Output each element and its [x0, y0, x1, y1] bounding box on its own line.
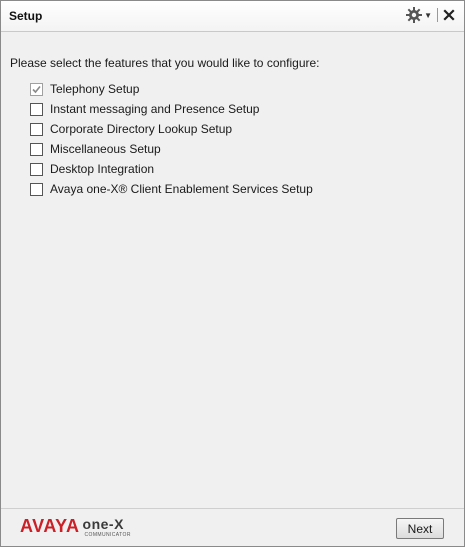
logo-product-name: one-X [82, 516, 124, 532]
option-label: Telephony Setup [50, 82, 140, 96]
title-bar-controls: ▼ [405, 6, 455, 24]
checkbox-miscellaneous-setup[interactable] [30, 142, 43, 156]
option-label: Miscellaneous Setup [50, 142, 161, 156]
option-instant-messaging-presence-setup[interactable]: Instant messaging and Presence Setup [30, 99, 455, 119]
option-miscellaneous-setup[interactable]: Miscellaneous Setup [30, 139, 455, 159]
option-label: Desktop Integration [50, 162, 155, 176]
setup-window: Setup ▼ Please select the features that … [0, 0, 465, 547]
checkbox-telephony-setup[interactable] [30, 82, 43, 96]
footer-bar: AVAYA one-X COMMUNICATOR Next [1, 508, 464, 546]
option-telephony-setup: Telephony Setup [30, 79, 455, 99]
feature-options-list: Telephony Setup Instant messaging and Pr… [30, 79, 455, 199]
instructions-text: Please select the features that you woul… [10, 56, 320, 70]
chevron-down-icon[interactable]: ▼ [424, 11, 432, 20]
option-client-enablement-services-setup[interactable]: Avaya one-X® Client Enablement Services … [30, 179, 455, 199]
checkbox-instant-messaging-presence-setup[interactable] [30, 102, 43, 116]
option-label: Avaya one-X® Client Enablement Services … [50, 182, 313, 196]
checkbox-desktop-integration[interactable] [30, 162, 43, 176]
logo-product: one-X COMMUNICATOR [82, 516, 131, 538]
option-label: Corporate Directory Lookup Setup [50, 122, 233, 136]
checkbox-corporate-directory-lookup-setup[interactable] [30, 122, 43, 136]
close-icon[interactable] [443, 9, 455, 21]
title-bar: Setup ▼ [1, 1, 464, 32]
gear-icon[interactable] [405, 6, 423, 24]
window-title: Setup [9, 9, 43, 23]
checkbox-client-enablement-services-setup[interactable] [30, 182, 43, 196]
toolbar-divider [437, 8, 438, 22]
checkmark-icon [32, 85, 41, 93]
avaya-one-x-logo: AVAYA one-X COMMUNICATOR [20, 516, 131, 538]
next-button[interactable]: Next [396, 518, 444, 539]
feature-selection-panel: Please select the features that you woul… [10, 56, 455, 199]
logo-brand: AVAYA [20, 516, 80, 536]
logo-product-subtitle: COMMUNICATOR [84, 532, 131, 538]
option-label: Instant messaging and Presence Setup [50, 102, 260, 116]
option-corporate-directory-lookup-setup[interactable]: Corporate Directory Lookup Setup [30, 119, 455, 139]
option-desktop-integration[interactable]: Desktop Integration [30, 159, 455, 179]
